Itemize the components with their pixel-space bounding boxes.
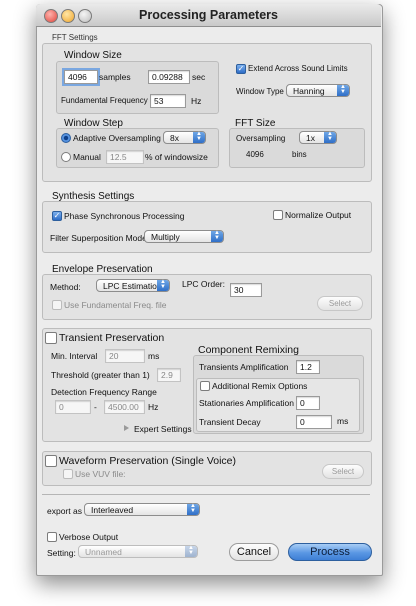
sec-unit: sec: [192, 72, 206, 82]
manual-radio[interactable]: [61, 152, 71, 162]
bins-value: 4096: [246, 150, 264, 159]
filter-mode-label: Filter Superposition Mode: [50, 233, 147, 243]
extend-label: Extend Across Sound Limits: [248, 64, 348, 73]
detection-low-field[interactable]: 0: [55, 400, 91, 414]
extend-checkbox[interactable]: ✓: [236, 64, 246, 74]
expert-settings-label[interactable]: Expert Settings: [134, 424, 192, 434]
adaptive-radio[interactable]: [61, 133, 71, 143]
manual-label: Manual: [73, 152, 101, 162]
manual-step-field[interactable]: 12.5: [106, 150, 144, 164]
waveform-title: Waveform Preservation (Single Voice): [59, 455, 237, 467]
setting-value: Unnamed: [85, 547, 122, 557]
filter-mode-value: Multiply: [151, 232, 180, 242]
detection-separator: -: [94, 402, 97, 412]
transient-decay-label: Transient Decay: [199, 417, 261, 427]
use-vuv-label: Use VUV file:: [75, 469, 126, 479]
verbose-checkbox[interactable]: [47, 532, 57, 542]
bins-unit: bins: [292, 150, 307, 159]
fundamental-frequency-label: Fundamental Frequency: [61, 96, 148, 105]
export-popup[interactable]: Interleaved ▲ ▼: [84, 503, 200, 516]
cancel-button[interactable]: Cancel: [229, 543, 279, 561]
popup-arrows-icon: ▲ ▼: [187, 503, 199, 515]
oversampling-label: Oversampling: [236, 134, 286, 143]
fundamental-frequency-field[interactable]: 53: [150, 94, 186, 108]
min-interval-field[interactable]: 20: [105, 349, 145, 363]
window-type-label: Window Type: [236, 87, 284, 96]
detection-range-label: Detection Frequency Range: [51, 387, 157, 397]
export-label: export as: [47, 506, 82, 516]
use-fund-freq-label: Use Fundamental Freq. file: [64, 300, 167, 310]
min-interval-unit: ms: [148, 351, 160, 361]
additional-remix-label: Additional Remix Options: [212, 381, 308, 391]
vuv-select-button[interactable]: Select: [322, 464, 364, 479]
normalize-checkbox[interactable]: [273, 210, 283, 220]
use-fund-freq-checkbox[interactable]: [52, 300, 62, 310]
fft-oversampling-value: 1x: [306, 133, 315, 143]
popup-arrows-icon: ▲ ▼: [157, 279, 169, 291]
method-value: LPC Estimation: [103, 281, 162, 291]
manual-step-unit: % of windowsize: [145, 152, 208, 162]
adaptive-oversampling-popup[interactable]: 8x ▲ ▼: [163, 131, 206, 144]
popup-arrows-icon: ▲ ▼: [337, 84, 349, 96]
additional-remix-checkbox[interactable]: [200, 381, 210, 391]
window-size-box: [56, 61, 219, 114]
lpc-order-field[interactable]: 30: [230, 283, 262, 297]
envelope-select-button[interactable]: Select: [317, 296, 363, 311]
detection-high-field[interactable]: 4500.00: [104, 400, 145, 414]
popup-arrows-icon: ▲ ▼: [211, 230, 223, 242]
method-label: Method:: [50, 282, 81, 292]
disclosure-triangle-icon[interactable]: [124, 425, 129, 431]
window-type-popup[interactable]: Hanning ▲ ▼: [286, 84, 350, 97]
window-size-sec-field[interactable]: 0.09288: [148, 70, 190, 84]
stationaries-amp-field[interactable]: 0: [296, 396, 320, 410]
lpc-order-label: LPC Order:: [182, 279, 225, 289]
threshold-field[interactable]: 2.9: [157, 368, 181, 382]
window-type-value: Hanning: [293, 86, 325, 96]
adaptive-oversampling-value: 8x: [170, 133, 179, 143]
normalize-label: Normalize Output: [285, 210, 352, 220]
popup-arrows-icon: ▲ ▼: [193, 131, 205, 143]
divider: [42, 494, 370, 495]
adaptive-label: Adaptive Oversampling: [73, 133, 161, 143]
fft-settings-label: FFT Settings: [52, 33, 98, 42]
verbose-label: Verbose Output: [59, 532, 119, 542]
method-popup[interactable]: LPC Estimation ▲ ▼: [96, 279, 170, 292]
popup-arrows-icon: ▲ ▼: [324, 131, 336, 143]
min-interval-label: Min. Interval: [51, 351, 98, 361]
export-value: Interleaved: [91, 505, 134, 515]
transient-checkbox[interactable]: [45, 332, 57, 344]
setting-label: Setting:: [47, 548, 76, 558]
setting-popup[interactable]: Unnamed ▲ ▼: [78, 545, 198, 558]
window-size-samples-field[interactable]: 4096: [64, 70, 98, 84]
phase-sync-label: Phase Synchronous Processing: [64, 211, 185, 221]
stationaries-amp-label: Stationaries Amplification: [199, 398, 294, 408]
samples-unit: samples: [99, 72, 131, 82]
detection-unit: Hz: [148, 402, 159, 412]
transient-decay-unit: ms: [337, 416, 349, 426]
use-vuv-checkbox[interactable]: [63, 469, 73, 479]
popup-arrows-icon: ▲ ▼: [185, 545, 197, 557]
transient-title: Transient Preservation: [59, 332, 165, 344]
transients-amp-label: Transients Amplification: [199, 362, 289, 372]
threshold-label: Threshold (greater than 1): [51, 370, 150, 380]
filter-mode-popup[interactable]: Multiply ▲ ▼: [144, 230, 224, 243]
fft-oversampling-popup[interactable]: 1x ▲ ▼: [299, 131, 337, 144]
window-size-title: Window Size: [64, 50, 122, 61]
synthesis-group: [42, 201, 372, 253]
fundamental-frequency-unit: Hz: [191, 96, 202, 106]
transients-amp-field[interactable]: 1.2: [296, 360, 320, 374]
phase-sync-checkbox[interactable]: ✓: [52, 211, 62, 221]
waveform-checkbox[interactable]: [45, 455, 57, 467]
transient-decay-field[interactable]: 0: [296, 415, 332, 429]
window-title: Processing Parameters: [139, 8, 278, 22]
process-button[interactable]: Process: [288, 543, 372, 561]
title-bar[interactable]: Processing Parameters: [36, 4, 381, 27]
